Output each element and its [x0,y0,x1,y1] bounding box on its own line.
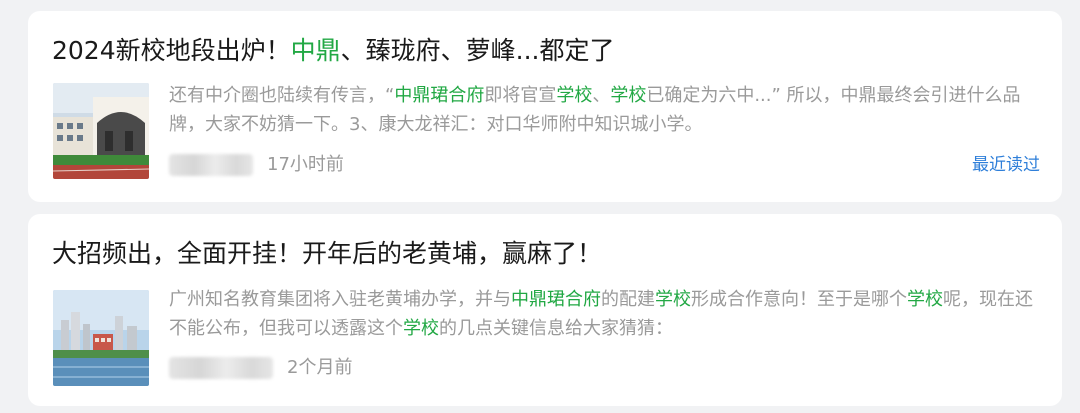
highlighted-keyword: 学校 [556,85,593,106]
text-segment: 形成合作意向！至于是哪个 [691,289,907,310]
blurred-author-name [169,154,253,176]
article-title[interactable]: 2024新校地段出炉！中鼎、臻珑府、萝峰...都定了 [52,33,1042,69]
text-segment: 2024新校地段出炉！ [52,36,291,65]
school-building-image [53,83,149,179]
recently-read-label[interactable]: 最近读过 [972,151,1040,179]
highlighted-keyword: 学校 [610,85,647,106]
highlighted-keyword: 中鼎珺合府 [394,85,485,106]
article-meta: 2个月前 [169,354,352,382]
article-card-1[interactable]: 2024新校地段出炉！中鼎、臻珑府、萝峰...都定了 还有中介圈也陆续有传言，“… [28,11,1062,202]
text-segment: 、臻珑府、萝峰...都定了 [340,36,615,65]
highlighted-keyword: 学校 [403,318,439,339]
article-time: 2个月前 [287,357,353,378]
blurred-author-name [169,357,273,379]
article-meta: 17小时前 [169,151,344,179]
text-segment: 、 [592,85,611,106]
article-title[interactable]: 大招频出，全面开挂！开年后的老黄埔，赢麻了！ [52,236,1042,272]
article-thumbnail[interactable] [53,83,149,179]
text-segment: 大招频出，全面开挂！开年后的老黄埔，赢麻了！ [52,239,603,268]
highlighted-keyword: 中鼎 [290,36,341,65]
text-segment: 的配建 [601,289,655,310]
article-time: 17小时前 [267,154,344,175]
text-segment: 广州知名教育集团将入驻老黄埔办学，并与 [169,289,511,310]
article-snippet: 广州知名教育集团将入驻老黄埔办学，并与中鼎珺合府的配建学校形成合作意向！至于是哪… [169,285,1040,343]
text-segment: 即将官宣 [484,85,557,106]
article-thumbnail[interactable] [53,290,149,386]
city-waterfront-image [53,290,149,386]
text-segment: 的几点关键信息给大家猜猜： [439,318,673,339]
highlighted-keyword: 中鼎珺合府 [511,289,601,310]
highlighted-keyword: 学校 [655,289,691,310]
article-snippet: 还有中介圈也陆续有传言，“中鼎珺合府即将官宣学校、学校已确定为六中...” 所以… [169,81,1040,139]
article-card-2[interactable]: 大招频出，全面开挂！开年后的老黄埔，赢麻了！ 广州知名教育集团将入驻老黄埔办学，… [28,214,1062,406]
highlighted-keyword: 学校 [907,289,943,310]
text-segment: 还有中介圈也陆续有传言，“ [169,85,395,106]
